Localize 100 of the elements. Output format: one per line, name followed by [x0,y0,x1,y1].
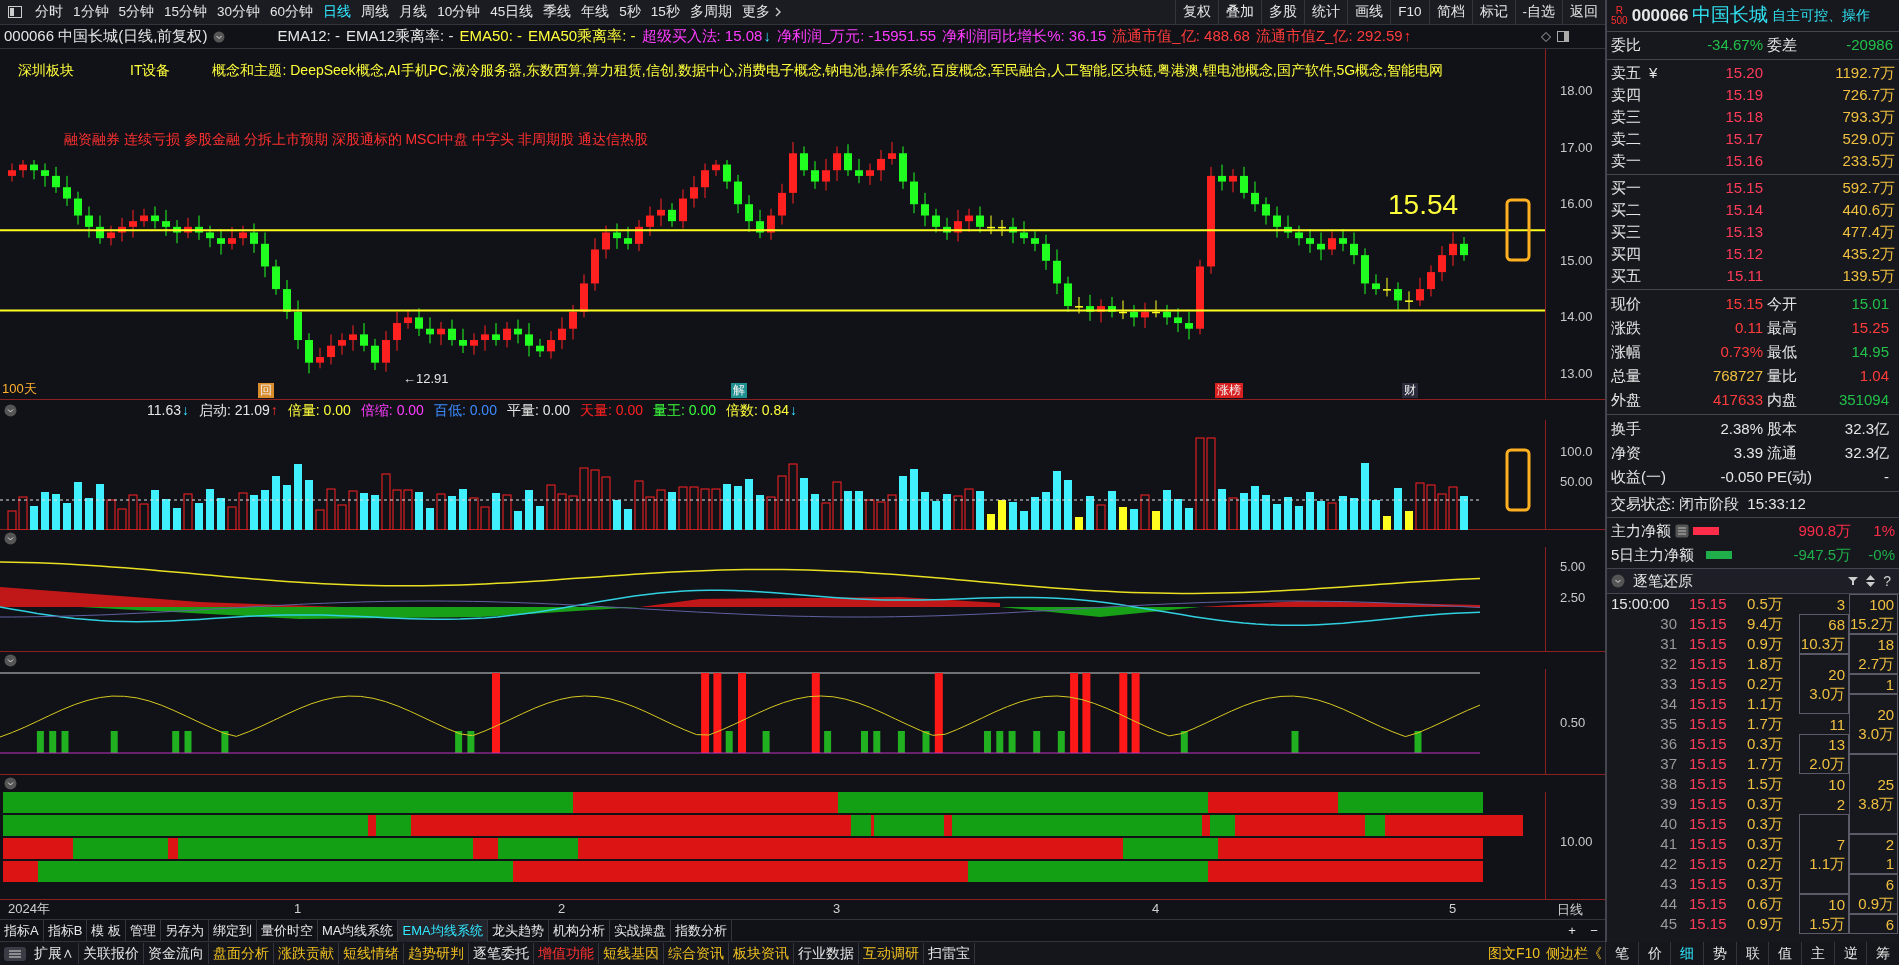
axis-label: 5.00 [1560,560,1586,573]
function-link[interactable]: 资金流向 [144,943,209,964]
order-level-label: 买一 [1611,177,1642,198]
function-link[interactable]: 短线情绪 [339,943,404,964]
low-price-label: ←12.91 [403,372,449,385]
indicator-tab[interactable]: 指数分析 [670,919,732,942]
indicator-tab[interactable]: 机构分析 [548,919,610,942]
detail-tab[interactable]: 细 [1670,942,1703,965]
price-label: 15.54 [1388,191,1459,219]
indicator-tab[interactable]: 绑定到 [208,919,257,942]
indicator-tab[interactable]: 管理 [125,919,161,942]
period-tab[interactable]: 30分钟 [212,1,266,23]
period-tab[interactable]: 60分钟 [265,1,319,23]
trade-time: 33 [1659,674,1678,694]
period-tab[interactable]: 1分钟 [68,1,114,23]
side-link[interactable]: 侧边栏《 [1543,943,1605,964]
detail-tab[interactable]: 价 [1637,942,1671,965]
order-level-label: 卖一 [1611,150,1642,171]
detail-tab[interactable]: 联 [1735,942,1769,965]
function-link[interactable]: 行业数据 [794,943,859,964]
period-tab[interactable]: 更多 [736,1,775,23]
toolbar-button[interactable]: 简档 [1428,0,1472,25]
period-tab[interactable]: 45日线 [485,1,539,23]
period-tab[interactable]: 分时 [30,1,68,23]
indicator-tab[interactable]: 龙头趋势 [487,919,549,942]
function-link[interactable]: 趋势研判 [404,943,469,964]
detail-tab[interactable]: 逆 [1833,942,1867,965]
indicator-tab[interactable]: 指标B [43,919,88,942]
indicator-tab[interactable]: 模 板 [87,919,126,942]
trade-volume: 0.9万 [1747,914,1784,934]
toolbar-button[interactable]: 多股 [1261,0,1305,25]
detail-tab[interactable]: 筹 [1866,942,1899,965]
date-label: 2024年 [8,902,50,915]
indicator-tab[interactable]: 另存为 [160,919,209,942]
date-label: 2 [558,902,566,915]
function-link[interactable]: 盘面分析 [209,943,274,964]
order-volume: 592.7万 [1841,177,1895,198]
toolbar-button[interactable]: F10 [1390,0,1429,25]
function-link[interactable]: 逐笔委托 [469,943,534,964]
period-tab[interactable]: 多周期 [684,1,737,23]
down-arrow: ↓ [790,400,798,420]
event-marker[interactable]: 解 [731,383,747,398]
trade-price: 15.15 [1689,774,1728,794]
period-tab[interactable]: 5分钟 [113,1,160,23]
function-link[interactable]: 涨跌贡献 [274,943,339,964]
indicator-tab[interactable]: 量价时空 [256,919,318,942]
toolbar-button[interactable]: 统计 [1304,0,1348,25]
period-tab[interactable]: 季线 [538,1,577,23]
toolbar-button[interactable]: 标记 [1471,0,1515,25]
function-link[interactable]: 关联报价 [79,943,144,964]
field-label: PE(动) [1767,466,1813,487]
help-button[interactable]: ? [1883,570,1895,592]
event-marker[interactable]: 涨榜 [1215,383,1243,398]
period-tab[interactable]: 5秒 [614,1,646,23]
period-tab[interactable]: 10分钟 [432,1,486,23]
trade-count: 68 [1828,615,1845,634]
order-level-label: 买四 [1611,243,1642,264]
trade-price: 15.15 [1689,594,1728,614]
order-volume: 793.3万 [1841,106,1895,127]
indicator-tab[interactable]: 实战操盘 [609,919,671,942]
detail-tab[interactable]: 值 [1768,942,1802,965]
function-link[interactable]: 互动调研 [859,943,924,964]
toolbar-button[interactable]: 叠加 [1218,0,1262,25]
zoom-button[interactable]: − [1583,920,1605,941]
function-link[interactable]: 扫雷宝 [924,943,975,964]
order-level-label: 买二 [1611,199,1642,220]
zoom-button[interactable]: + [1561,920,1583,941]
period-tab[interactable]: 15分钟 [159,1,213,23]
indicator-value: 超级买入法: 15.08 [641,26,763,47]
function-link[interactable]: 短线基因 [599,943,664,964]
order-level-label: 卖二 [1611,128,1642,149]
order-volume: 477.4万 [1841,221,1895,242]
toolbar-button[interactable]: 画线 [1347,0,1391,25]
period-tab[interactable]: 年线 [576,1,615,23]
function-link[interactable]: 综合资讯 [664,943,729,964]
side-link[interactable]: 图文F10 [1484,943,1543,964]
period-tab[interactable]: 15秒 [645,1,685,23]
period-tab[interactable]: 日线 [318,1,357,23]
toolbar-button[interactable]: -自选 [1514,0,1562,25]
trade-count: 6 [1885,914,1895,934]
trade-count: 10 [1828,774,1845,794]
field-label: 流通 [1767,442,1798,463]
flow-label: 5日主力净额 [1611,544,1695,565]
function-link[interactable]: 扩展∧ [30,943,79,964]
function-link[interactable]: 板块资讯 [729,943,794,964]
period-tab[interactable]: 月线 [394,1,433,23]
toolbar-button[interactable]: 复权 [1175,0,1219,25]
detail-tab[interactable]: 势 [1703,942,1736,965]
trade-count: 7 [1836,835,1845,854]
detail-tab[interactable]: 笔 [1605,942,1638,965]
function-link[interactable]: 增值功能 [534,943,599,964]
indicator-tab[interactable]: 指标A [0,919,44,942]
trade-price: 15.15 [1689,674,1728,694]
order-volume: 435.2万 [1841,243,1895,264]
field-value: 0.11 [1733,317,1763,338]
period-tab[interactable]: 周线 [356,1,395,23]
detail-tab[interactable]: 主 [1801,942,1834,965]
field-label: 今开 [1767,293,1798,314]
event-marker[interactable]: 财 [1402,383,1418,398]
indicator-tab[interactable]: EMA均线系统 [398,919,488,942]
